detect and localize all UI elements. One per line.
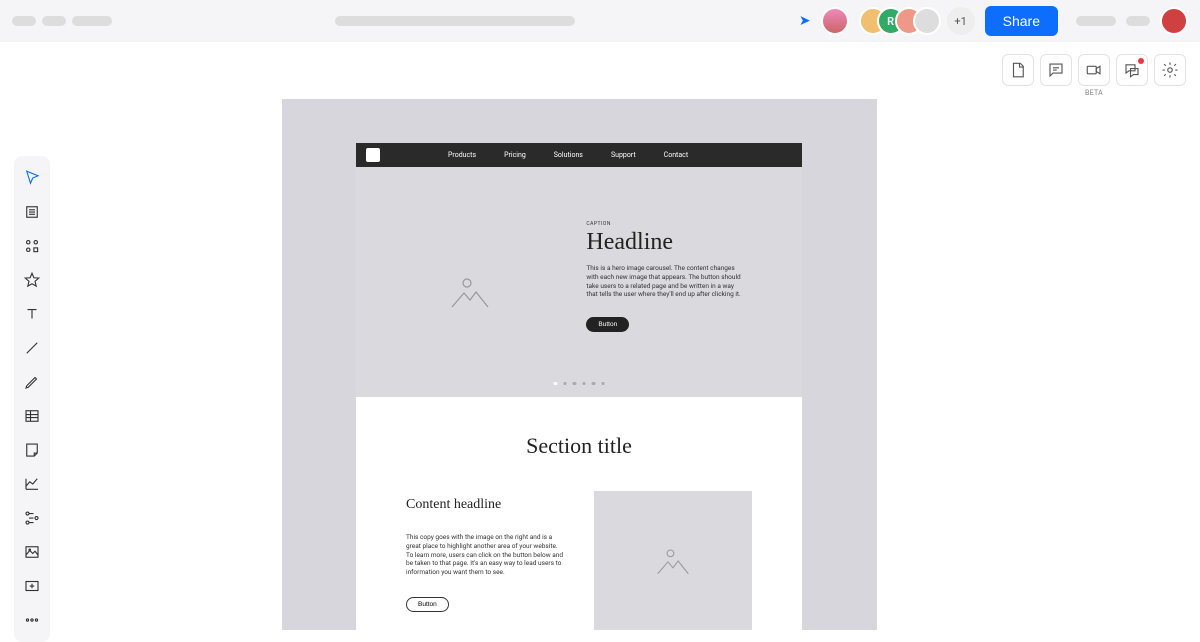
share-button[interactable]: Share: [985, 6, 1058, 36]
frame-tool-icon[interactable]: [16, 196, 48, 228]
top-bar: ➤ R +1 Share: [0, 0, 1200, 42]
wireframe-navbar: Products Pricing Solutions Support Conta…: [356, 143, 802, 167]
note-tool-icon[interactable]: [16, 434, 48, 466]
comment-icon[interactable]: [1040, 54, 1072, 86]
content-body: This copy goes with the image on the rig…: [406, 533, 564, 577]
chat-icon[interactable]: [1116, 54, 1148, 86]
breadcrumb-placeholder: [12, 16, 36, 26]
carousel-dot[interactable]: [592, 382, 596, 386]
carousel-dots[interactable]: [554, 382, 605, 386]
nav-link[interactable]: Products: [448, 151, 476, 159]
wireframe-hero: CAPTION Headline This is a hero image ca…: [356, 167, 802, 397]
pencil-tool-icon[interactable]: [16, 366, 48, 398]
nav-link[interactable]: Solutions: [554, 151, 583, 159]
topbar-far-right: [1076, 7, 1188, 35]
settings-icon[interactable]: [1154, 54, 1186, 86]
secondary-toolbar: BETA: [1002, 54, 1186, 86]
components-tool-icon[interactable]: [16, 230, 48, 262]
video-icon[interactable]: BETA: [1078, 54, 1110, 86]
page-icon[interactable]: [1002, 54, 1034, 86]
topbar-left: [12, 16, 112, 26]
image-placeholder-icon: [594, 491, 752, 630]
topbar-right: ➤ R +1 Share: [799, 6, 1188, 36]
breadcrumb-placeholder: [42, 16, 66, 26]
insert-tool-icon[interactable]: [16, 570, 48, 602]
user-avatar[interactable]: [1160, 7, 1188, 35]
section-columns: Content headline This copy goes with the…: [406, 491, 752, 630]
hero-caption: CAPTION: [586, 221, 780, 227]
more-tool-icon[interactable]: [16, 604, 48, 636]
title-placeholder[interactable]: [335, 16, 575, 26]
hero-headline: Headline: [586, 229, 780, 256]
carousel-dot[interactable]: [554, 382, 558, 386]
multiplayer-cursor-icon: ➤: [799, 13, 811, 29]
chart-tool-icon[interactable]: [16, 468, 48, 500]
content-headline: Content headline: [406, 497, 564, 513]
hero-body: This is a hero image carousel. The conte…: [586, 264, 741, 299]
section-col-left: Content headline This copy goes with the…: [406, 491, 564, 630]
overflow-count[interactable]: +1: [947, 7, 975, 35]
wireframe-logo: [366, 148, 380, 162]
menu-placeholder[interactable]: [1126, 16, 1150, 26]
topbar-center: [120, 16, 791, 26]
content-button[interactable]: Button: [406, 597, 449, 612]
carousel-dot[interactable]: [563, 382, 567, 386]
image-placeholder-icon: [378, 197, 562, 387]
collaborator-stack[interactable]: R: [859, 7, 941, 35]
presenter-avatar[interactable]: [821, 7, 849, 35]
carousel-dot[interactable]: [573, 382, 577, 386]
carousel-dot[interactable]: [601, 382, 605, 386]
select-tool-icon[interactable]: [16, 162, 48, 194]
line-tool-icon[interactable]: [16, 332, 48, 364]
section-title: Section title: [406, 433, 752, 459]
nav-link[interactable]: Contact: [664, 151, 688, 159]
connector-tool-icon[interactable]: [16, 502, 48, 534]
canvas[interactable]: Products Pricing Solutions Support Conta…: [282, 99, 877, 630]
carousel-dot[interactable]: [582, 382, 586, 386]
breadcrumb-placeholder: [72, 16, 112, 26]
table-tool-icon[interactable]: [16, 400, 48, 432]
image-tool-icon[interactable]: [16, 536, 48, 568]
nav-link[interactable]: Pricing: [504, 151, 526, 159]
beta-badge: BETA: [1085, 89, 1103, 97]
nav-link[interactable]: Support: [611, 151, 636, 159]
menu-placeholder[interactable]: [1076, 16, 1116, 26]
hero-text: CAPTION Headline This is a hero image ca…: [586, 197, 780, 387]
wireframe-section: Section title Content headline This copy…: [356, 397, 802, 630]
hero-button[interactable]: Button: [586, 317, 629, 332]
left-toolbar: [14, 156, 50, 642]
wireframe-page[interactable]: Products Pricing Solutions Support Conta…: [356, 143, 802, 630]
notification-dot: [1138, 58, 1144, 64]
text-tool-icon[interactable]: [16, 298, 48, 330]
avatar[interactable]: [913, 7, 941, 35]
star-tool-icon[interactable]: [16, 264, 48, 296]
